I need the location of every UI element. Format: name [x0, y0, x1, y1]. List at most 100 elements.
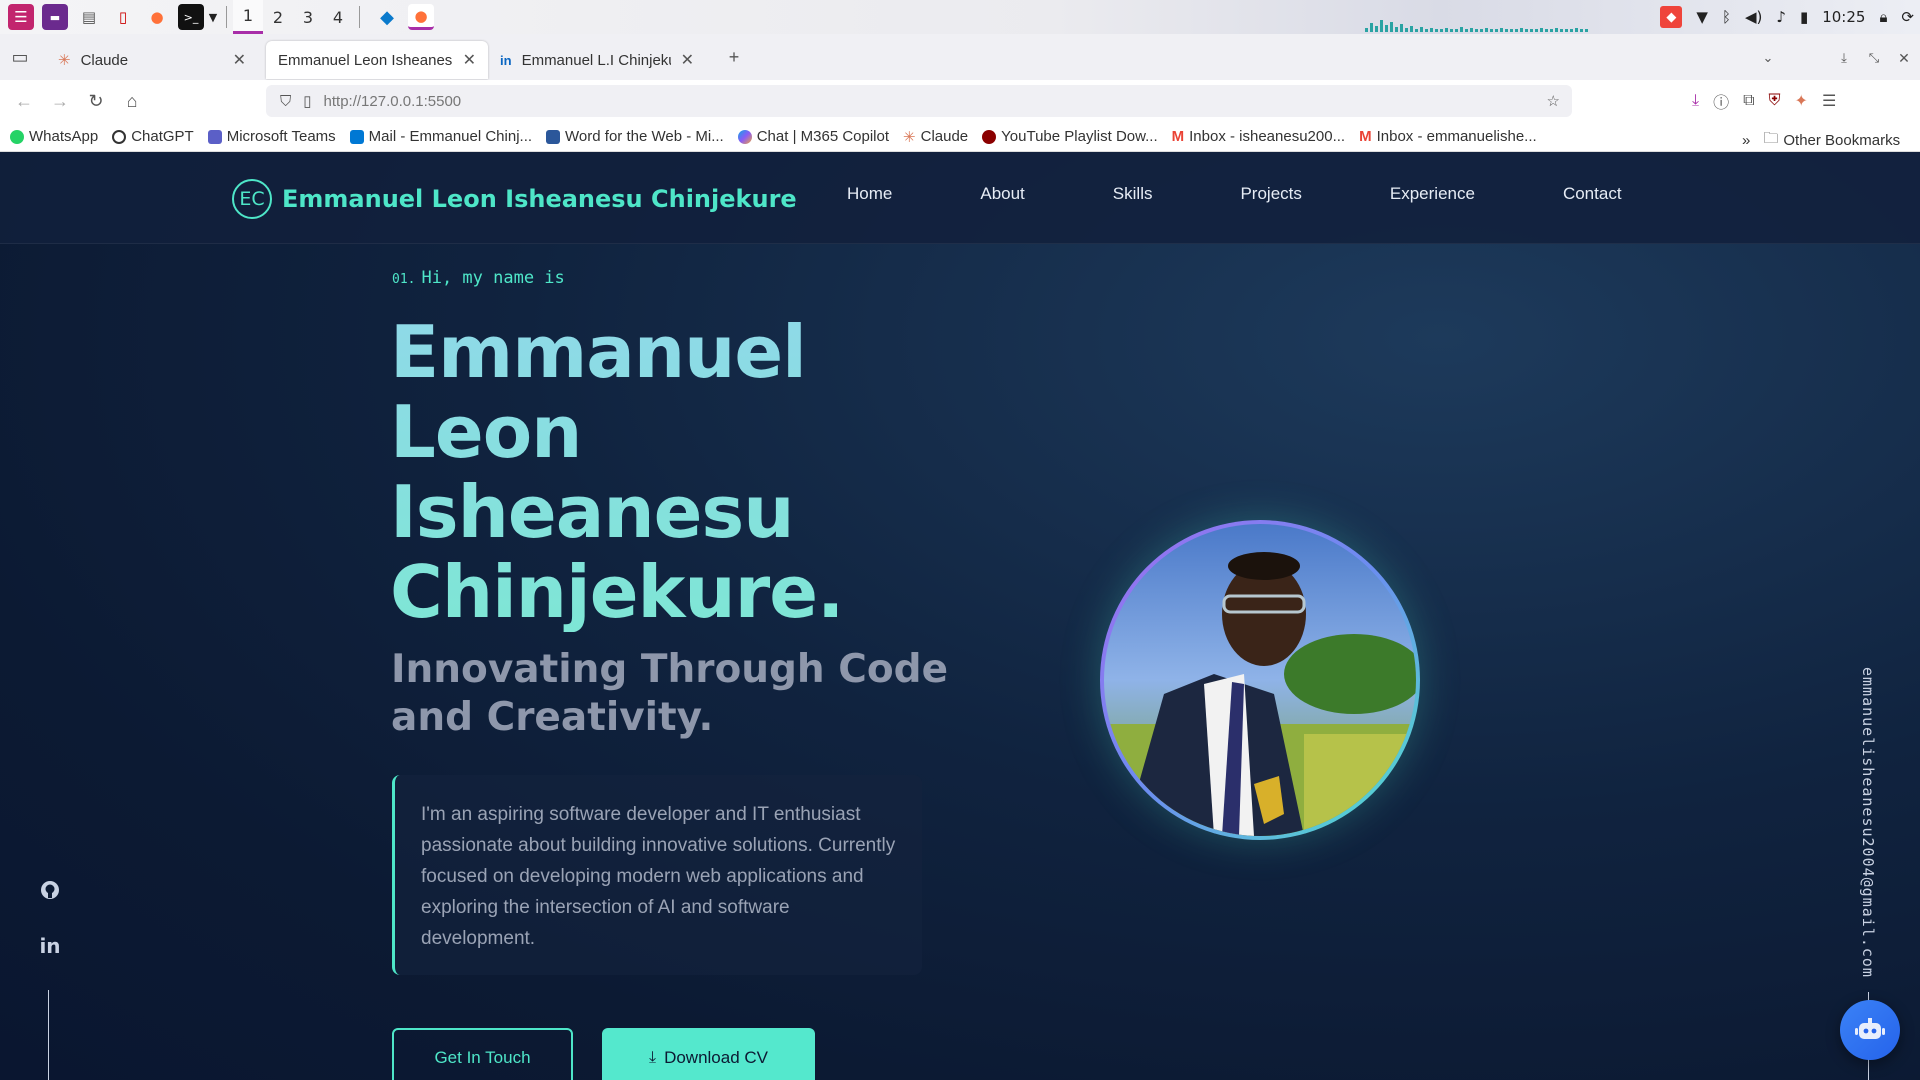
profile-photo-frame [1100, 520, 1420, 840]
teams-icon [207, 129, 222, 144]
github-icon[interactable] [38, 880, 62, 905]
extensions-icon[interactable]: ⧉ [1743, 92, 1754, 110]
tab-portfolio[interactable]: Emmanuel Leon Isheanesu C ✕ [266, 41, 488, 79]
tab-list-chevron-icon[interactable]: ⌄ [1750, 42, 1786, 74]
bookmark-copilot[interactable]: Chat | M365 Copilot [737, 128, 889, 145]
url-text: http://127.0.0.1:5500 [323, 92, 462, 110]
site-menu: Home About Skills Projects Experience Co… [847, 184, 1622, 204]
chevron-down-icon[interactable]: ▼ [206, 4, 220, 30]
logo-badge: EC [232, 179, 272, 219]
chatgpt-icon [112, 129, 127, 144]
tab-label: Emmanuel Leon Isheanesu C [278, 51, 453, 69]
bookmark-gmail-2[interactable]: M Inbox - emmanuelishe... [1359, 128, 1537, 145]
firefox-window-icon[interactable]: ● [408, 4, 434, 30]
new-tab-plus-icon[interactable]: + [716, 41, 752, 73]
address-bar[interactable]: ⛉ ▯ http://127.0.0.1:5500 ☆ [266, 85, 1572, 117]
reload-icon[interactable]: ↻ [78, 85, 114, 117]
battery-icon[interactable]: ▮ [1800, 8, 1808, 26]
close-icon[interactable]: ✕ [681, 50, 694, 70]
bookmark-gmail-1[interactable]: M Inbox - isheanesu200... [1172, 128, 1345, 145]
workspace-2[interactable]: 2 [263, 0, 293, 34]
volume-icon[interactable]: ◀) [1745, 8, 1762, 26]
nav-projects[interactable]: Projects [1240, 184, 1301, 204]
get-in-touch-button[interactable]: Get In Touch [392, 1028, 573, 1080]
bookmark-claude[interactable]: ✳ Claude [903, 128, 968, 146]
whatsapp-icon [10, 129, 24, 144]
robot-icon [1855, 1018, 1885, 1039]
bookmark-word[interactable]: Word for the Web - Mi... [546, 128, 724, 145]
site-navbar: EC Emmanuel Leon Isheanesu Chinjekure Ho… [0, 152, 1920, 244]
bluetooth-icon[interactable]: ᛒ [1722, 8, 1731, 26]
portfolio-page: EC Emmanuel Leon Isheanesu Chinjekure Ho… [0, 152, 1920, 1080]
site-logo[interactable]: EC Emmanuel Leon Isheanesu Chinjekure [232, 179, 797, 219]
anydesk-icon[interactable]: ◆ [1660, 6, 1683, 28]
word-icon [546, 129, 561, 144]
close-icon[interactable]: ✕ [233, 50, 246, 70]
logo-name: Emmanuel Leon Isheanesu Chinjekure [282, 185, 797, 213]
bookmark-whatsapp[interactable]: WhatsApp [10, 128, 98, 145]
forward-arrow-icon[interactable]: → [42, 85, 78, 117]
workspace-1[interactable]: 1 [233, 0, 263, 34]
gmail-icon: M [1171, 128, 1185, 145]
chevron-double-right-icon[interactable]: » [1742, 132, 1750, 149]
name-line: Isheanesu [390, 470, 794, 554]
workspace-3[interactable]: 3 [293, 0, 323, 34]
download-cv-label: Download CV [664, 1048, 769, 1067]
other-bookmarks[interactable]: » 🗀︎ Other Bookmarks [1742, 128, 1900, 151]
nav-experience[interactable]: Experience [1390, 184, 1475, 204]
file-manager-icon[interactable]: ▤ [76, 4, 102, 30]
tab-claude[interactable]: ✳ Claude ✕ [46, 41, 258, 79]
terminal-app-icon[interactable]: ▬ [42, 4, 68, 30]
notification-bell-icon[interactable]: ♪ [1776, 8, 1786, 26]
name-line: Chinjekure. [390, 550, 844, 634]
download-icon: ⤓ [648, 1049, 657, 1066]
window-close-icon[interactable]: ✕ [1886, 42, 1920, 74]
greeting-text: Hi, my name is [421, 268, 565, 288]
firefox-icon[interactable]: ● [144, 4, 170, 30]
hero-greeting: 01. Hi, my name is [392, 268, 565, 288]
back-arrow-icon[interactable]: ← [6, 85, 42, 117]
bookmark-youtube-playlist[interactable]: YouTube Playlist Dow... [982, 128, 1158, 145]
tab-linkedin[interactable]: in Emmanuel L.I Chinjekure ✕ [488, 41, 706, 79]
lock-icon[interactable]: 🔒︎ [1879, 8, 1887, 26]
nav-about[interactable]: About [980, 184, 1024, 204]
download-cv-button[interactable]: ⤓ Download CV [602, 1028, 815, 1080]
tab-label: Emmanuel L.I Chinjekure [521, 51, 671, 69]
tab-overview-icon[interactable]: ▭ [2, 41, 38, 73]
document-viewer-icon[interactable]: ▯ [110, 4, 136, 30]
info-icon[interactable]: ⓘ [1713, 89, 1729, 113]
nav-home[interactable]: Home [847, 184, 892, 204]
clock[interactable]: 10:25 [1822, 8, 1865, 26]
bookmark-outlook-mail[interactable]: Mail - Emmanuel Chinj... [349, 128, 532, 145]
menu-hamburger-icon[interactable]: ☰ [1822, 91, 1836, 111]
linkedin-favicon-icon: in [500, 52, 512, 68]
close-icon[interactable]: ✕ [463, 50, 476, 70]
downloads-icon[interactable]: ⤓ [1692, 92, 1699, 110]
bookmark-star-icon[interactable]: ☆ [1547, 92, 1560, 110]
nav-contact[interactable]: Contact [1563, 184, 1622, 204]
hero-name: Emmanuel Leon Isheanesu Chinjekure. [390, 312, 990, 632]
extension-badge-icon[interactable]: ✦ [1795, 91, 1808, 111]
linkedin-icon[interactable]: in [38, 934, 62, 958]
ublock-icon[interactable]: ⛨ [1769, 92, 1781, 110]
bookmark-teams[interactable]: Microsoft Teams [207, 128, 336, 145]
chatbot-button[interactable] [1840, 1000, 1900, 1060]
terminal-icon[interactable]: >_ [178, 4, 204, 30]
shield-icon[interactable]: ⛉ [280, 93, 291, 110]
vscode-window-icon[interactable]: ◆ [374, 4, 400, 30]
gmail-icon: M [1359, 128, 1372, 145]
navigation-toolbar: ← → ↻ ⌂ ⛉ ▯ http://127.0.0.1:5500 ☆ ⤓ ⓘ … [0, 80, 1920, 122]
browser-tab-bar: ▭ ✳ Claude ✕ Emmanuel Leon Isheanesu C ✕… [0, 34, 1920, 80]
home-icon[interactable]: ⌂ [114, 85, 150, 117]
kali-menu-icon[interactable]: ☰ [8, 4, 34, 30]
profile-photo-illustration [1104, 524, 1416, 836]
taskbar-separator [226, 6, 227, 28]
power-icon[interactable]: ⟳ [1901, 8, 1914, 26]
email-link[interactable]: emmanuelisheanesu2004@gmail.com [1859, 667, 1877, 978]
nav-skills[interactable]: Skills [1113, 184, 1153, 204]
wifi-icon[interactable]: ▼ [1696, 8, 1708, 26]
bookmark-chatgpt[interactable]: ChatGPT [112, 128, 194, 145]
system-tray: ◆ ▼ ᛒ ◀) ♪ ▮ 10:25 🔒︎ ⟳ [1660, 0, 1914, 34]
workspace-4[interactable]: 4 [323, 0, 353, 34]
social-divider-line [48, 990, 49, 1080]
